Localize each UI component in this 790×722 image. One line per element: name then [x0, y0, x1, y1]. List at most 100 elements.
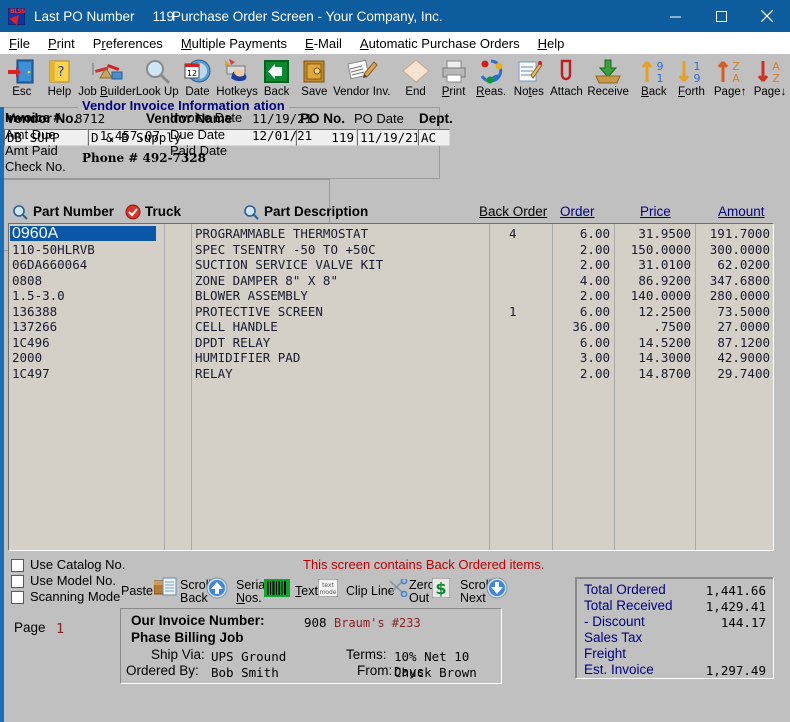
table-row[interactable]: 1C496 DPDT RELAY 6.00 14.5200 87.1200 — [9, 335, 773, 351]
cell-price[interactable]: 14.3000 — [616, 350, 691, 365]
menu-item-file[interactable]: File — [0, 36, 39, 51]
toolbar-button-receive[interactable]: Receive — [585, 54, 631, 105]
button-serial-nos-label-2[interactable]: Nos. — [236, 592, 262, 605]
table-row[interactable]: 136388 PROTECTIVE SCREEN 1 6.00 12.2500 … — [9, 304, 773, 320]
cell-amount[interactable]: 280.0000 — [697, 288, 770, 303]
cell-description[interactable]: RELAY — [195, 366, 485, 381]
cell-description[interactable]: HUMIDIFIER PAD — [195, 350, 485, 365]
cell-order[interactable]: 36.00 — [554, 319, 610, 334]
toolbar-button-print[interactable]: Print — [435, 54, 473, 105]
invoice-number-value[interactable]: 8712 — [75, 111, 105, 126]
cell-back-order[interactable]: 4 — [509, 226, 549, 241]
toolbar-button-attach[interactable]: Attach — [548, 54, 586, 105]
cell-order[interactable]: 6.00 — [554, 335, 610, 350]
cell-part-number[interactable]: 1C496 — [12, 335, 162, 350]
checkbox-scanning-mode[interactable] — [11, 591, 24, 604]
cell-part-number[interactable]: 1C497 — [12, 366, 162, 381]
cell-part-number[interactable]: 06DA660064 — [12, 257, 162, 272]
cell-back-order[interactable]: 1 — [509, 304, 549, 319]
button-zero-out-label-1[interactable]: Zero — [409, 579, 435, 592]
table-row[interactable]: 06DA660064 SUCTION SERVICE VALVE KIT 2.0… — [9, 257, 773, 273]
column-header-part-number[interactable]: Part Number — [33, 204, 114, 219]
cell-amount[interactable]: 191.7000 — [697, 226, 770, 241]
column-header-part-description[interactable]: Part Description — [264, 204, 368, 219]
close-icon[interactable] — [744, 0, 790, 32]
cell-order[interactable]: 6.00 — [554, 304, 610, 319]
dollar-icon[interactable]: $ — [431, 577, 451, 603]
cell-part-number[interactable]: 110-50HLRVB — [12, 242, 162, 257]
cell-order[interactable]: 3.00 — [554, 350, 610, 365]
cell-amount[interactable]: 29.7400 — [697, 366, 770, 381]
cell-description[interactable]: CELL HANDLE — [195, 319, 485, 334]
toolbar-button-back-sort[interactable]: 9 1 Back — [635, 54, 673, 105]
column-header-order[interactable]: Order — [560, 204, 595, 219]
toolbar-button-vendor-inv[interactable]: Vendor Inv. — [333, 54, 390, 105]
cell-part-number[interactable]: 137266 — [12, 319, 162, 334]
truck-check-icon[interactable] — [125, 204, 141, 225]
cell-part-number[interactable]: 2000 — [12, 350, 162, 365]
amt-due-value[interactable]: 1,457.07 — [60, 128, 160, 143]
menu-item-email[interactable]: E-Mail — [296, 36, 351, 51]
toolbar-button-forth[interactable]: 1 9 Forth — [673, 54, 711, 105]
cell-amount[interactable]: 300.0000 — [697, 242, 770, 257]
dept-field[interactable]: AC — [418, 129, 450, 146]
column-header-amount[interactable]: Amount — [718, 204, 765, 219]
column-header-back-order[interactable]: Back Order — [479, 204, 547, 219]
cell-price[interactable]: 14.8700 — [616, 366, 691, 381]
button-scroll-back-label-2[interactable]: Back — [180, 592, 208, 605]
barcode-icon[interactable] — [264, 579, 290, 602]
table-row[interactable]: 137266 CELL HANDLE 36.00 .7500 27.0000 — [9, 319, 773, 335]
cell-order[interactable]: 2.00 — [554, 288, 610, 303]
cell-description[interactable]: DPDT RELAY — [195, 335, 485, 350]
cell-part-number[interactable]: 1.5-3.0 — [12, 288, 162, 303]
our-invoice-number-value[interactable]: 908 — [304, 615, 327, 630]
cell-description[interactable]: SUCTION SERVICE VALVE KIT — [195, 257, 485, 272]
cell-amount[interactable]: 347.6800 — [697, 273, 770, 288]
table-row[interactable]: 110-50HLRVB SPEC TSENTRY -50 TO +50C 2.0… — [9, 242, 773, 258]
column-header-price[interactable]: Price — [640, 204, 671, 219]
cell-price[interactable]: .7500 — [616, 319, 691, 334]
due-date-value[interactable]: 12/01/21 — [252, 128, 312, 143]
button-text-label[interactable]: Text — [295, 585, 318, 598]
table-row[interactable]: 1C497 RELAY 2.00 14.8700 29.7400 — [9, 366, 773, 382]
text-mode-icon[interactable]: text mode — [317, 578, 339, 602]
cell-part-number[interactable]: 0960A — [10, 226, 156, 242]
line-items-grid[interactable]: 0960A PROGRAMMABLE THERMOSTAT 4 6.00 31.… — [8, 223, 774, 551]
cell-amount[interactable]: 73.5000 — [697, 304, 770, 319]
table-row[interactable]: 1.5-3.0 BLOWER ASSEMBLY 2.00 140.0000 28… — [9, 288, 773, 304]
cell-price[interactable]: 86.9200 — [616, 273, 691, 288]
cell-price[interactable]: 12.2500 — [616, 304, 691, 319]
part-number-search-icon[interactable] — [12, 204, 28, 225]
cell-price[interactable]: 31.9500 — [616, 226, 691, 241]
blue-down-arrow-icon[interactable] — [486, 577, 508, 604]
paste-icon[interactable] — [153, 577, 178, 602]
menu-item-multiple-payments[interactable]: Multiple Payments — [172, 36, 296, 51]
cell-amount[interactable]: 87.1200 — [697, 335, 770, 350]
cell-order[interactable]: 6.00 — [554, 226, 610, 241]
cell-description[interactable]: ZONE DAMPER 8" X 8" — [195, 273, 485, 288]
menu-item-automatic-purchase-orders[interactable]: Automatic Purchase Orders — [351, 36, 529, 51]
from-value[interactable]: Chuck Brown — [394, 665, 477, 680]
cell-price[interactable]: 150.0000 — [616, 242, 691, 257]
menu-item-preferences[interactable]: Preferences — [84, 36, 172, 51]
table-row[interactable]: 0960A PROGRAMMABLE THERMOSTAT 4 6.00 31.… — [9, 226, 773, 242]
blue-up-arrow-icon[interactable] — [206, 577, 228, 604]
maximize-icon[interactable] — [698, 0, 744, 32]
part-description-search-icon[interactable] — [243, 204, 259, 225]
cell-order[interactable]: 4.00 — [554, 273, 610, 288]
toolbar-button-page-up[interactable]: Z A Page↑ — [710, 54, 750, 105]
cell-description[interactable]: SPEC TSENTRY -50 TO +50C — [195, 242, 485, 257]
ship-via-value[interactable]: UPS Ground — [211, 649, 286, 664]
minimize-icon[interactable] — [652, 0, 698, 32]
cell-part-number[interactable]: 0808 — [12, 273, 162, 288]
table-row[interactable]: 0808 ZONE DAMPER 8" X 8" 4.00 86.9200 34… — [9, 273, 773, 289]
menu-item-help[interactable]: Help — [529, 36, 574, 51]
cell-price[interactable]: 140.0000 — [616, 288, 691, 303]
cell-price[interactable]: 14.5200 — [616, 335, 691, 350]
toolbar-button-page-down[interactable]: A Z Page↓ — [750, 54, 790, 105]
cell-part-number[interactable]: 136388 — [12, 304, 162, 319]
cell-amount[interactable]: 62.0200 — [697, 257, 770, 272]
scissors-icon[interactable] — [388, 577, 408, 602]
cell-amount[interactable]: 42.9000 — [697, 350, 770, 365]
table-row[interactable]: 2000 HUMIDIFIER PAD 3.00 14.3000 42.9000 — [9, 350, 773, 366]
